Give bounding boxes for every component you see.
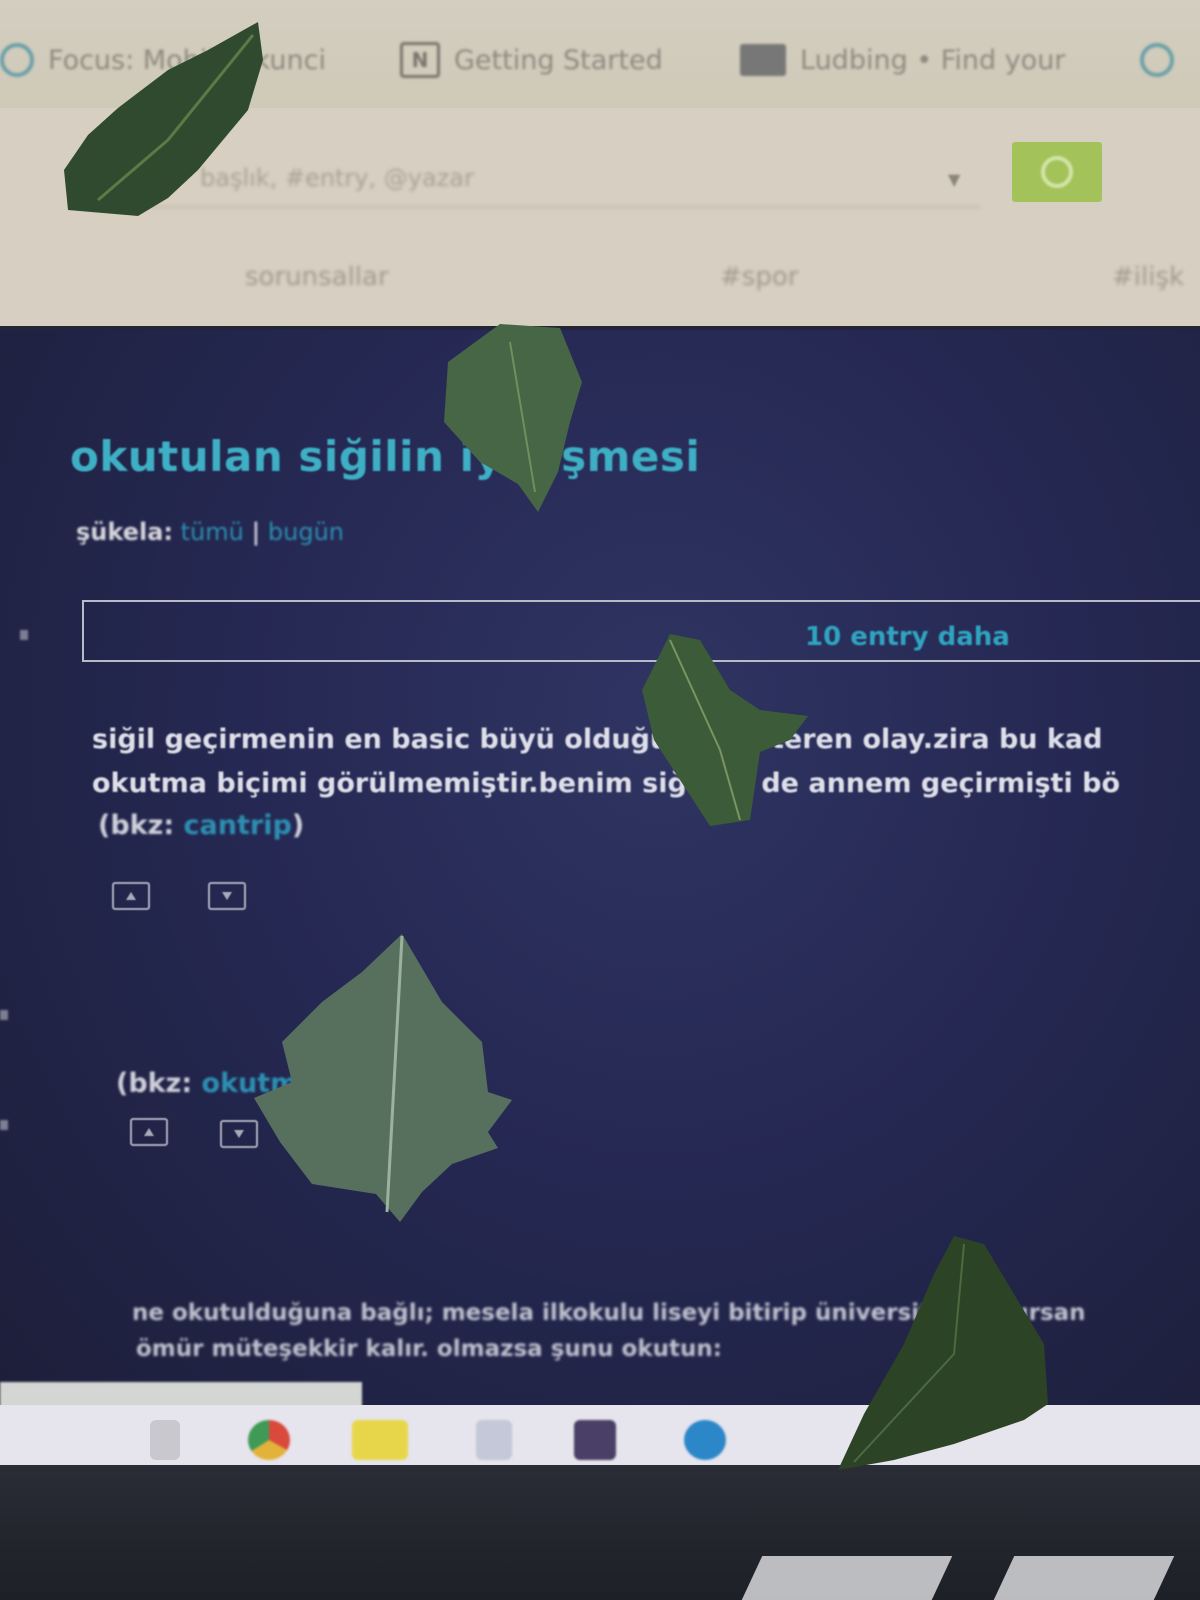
bookmark-ludbing[interactable]: Ludbing • Find your <box>740 40 1065 80</box>
more-entries-label: 10 entry daha <box>805 622 1010 652</box>
bkz-reference: (bkz: cantrip) <box>98 810 304 841</box>
leaf-decoration <box>254 934 512 1222</box>
upvote-button[interactable] <box>112 882 150 910</box>
filter-all-link[interactable]: tümü <box>181 518 244 546</box>
side-marker <box>0 1010 8 1020</box>
bkz-link[interactable]: cantrip <box>184 810 292 841</box>
bookmark-label: Ludbing • Find your <box>800 44 1066 76</box>
bookmark-overflow[interactable] <box>1140 40 1174 80</box>
circle-icon <box>1140 43 1174 77</box>
sukela-label: şükela: <box>76 518 173 546</box>
search-icon[interactable] <box>150 1420 180 1460</box>
upvote-button[interactable] <box>130 1118 168 1146</box>
bkz-prefix: (bkz: <box>116 1068 202 1099</box>
folder-icon[interactable] <box>352 1420 408 1460</box>
leaf-decoration <box>64 22 263 216</box>
bkz-prefix: (bkz: <box>98 810 184 841</box>
screen: Focus: Mobil Plikunci N Getting Started … <box>0 0 1200 1600</box>
side-marker <box>0 1120 8 1130</box>
search-icon <box>1041 156 1073 188</box>
entry-text-line: siğil geçirmenin en basic büyü olduğunu … <box>92 724 1103 755</box>
arrow-up-icon <box>144 1128 154 1136</box>
leaf-decoration <box>642 634 808 826</box>
nav-item-spor[interactable]: #spor <box>720 262 798 292</box>
filter-today-link[interactable]: bugün <box>268 518 344 546</box>
arrow-up-icon <box>126 892 136 900</box>
bkz-suffix: ) <box>291 810 305 841</box>
leaf-decoration <box>838 1236 1048 1470</box>
bookmark-getting-started[interactable]: N Getting Started <box>400 40 663 80</box>
bookmark-label: Getting Started <box>454 44 663 76</box>
entry-text-line: okutma biçimi görülmemiştir.benim siğili… <box>92 768 1120 799</box>
topic-title[interactable]: okutulan siğilin iyileşmesi <box>70 432 700 481</box>
chrome-icon[interactable] <box>248 1420 290 1460</box>
photos-icon[interactable] <box>574 1420 616 1460</box>
search-button[interactable] <box>1012 142 1102 202</box>
notion-icon: N <box>400 42 440 78</box>
laptop-logo <box>993 1556 1175 1600</box>
edge-icon[interactable] <box>684 1420 726 1460</box>
circle-icon <box>0 43 34 77</box>
chevron-down-icon[interactable]: ▼ <box>948 170 960 189</box>
arrow-down-icon <box>222 892 232 900</box>
filter-separator: | <box>251 518 261 546</box>
downvote-button[interactable] <box>208 882 246 910</box>
nav-item-sorunsallar[interactable]: sorunsallar <box>245 262 389 292</box>
laptop-logo <box>741 1556 953 1600</box>
entry-text-line: ömür müteşekkir kalır. olmazsa şunu okut… <box>136 1336 722 1362</box>
arrow-down-icon <box>234 1130 244 1138</box>
sort-filter: şükela: tümü | bugün <box>76 518 344 546</box>
search-input[interactable]: başlık, #entry, @yazar <box>150 148 980 208</box>
nav-item-iliskiler[interactable]: #ilişk <box>1112 262 1184 292</box>
side-marker <box>20 630 28 640</box>
leaf-decoration <box>444 324 582 512</box>
app-icon[interactable] <box>476 1420 512 1460</box>
calendar-icon <box>740 44 786 76</box>
